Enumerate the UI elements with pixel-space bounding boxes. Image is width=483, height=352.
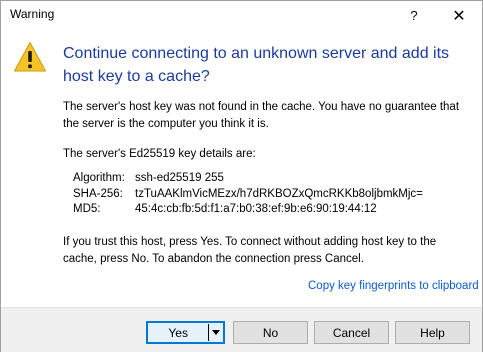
window-title: Warning xyxy=(10,7,55,21)
key-detail-row: Algorithm: ssh-ed25519 255 xyxy=(73,171,423,187)
close-icon: ✕ xyxy=(452,7,466,25)
key-detail-label: MD5: xyxy=(73,203,101,215)
key-detail-row: MD5: 45:4c:cb:fb:5d:f1:a7:b0:38:ef:9b:e6… xyxy=(73,202,423,218)
key-detail-row: SHA-256: tzTuAAKlmVicMEzx/h7dRKBOZxQmcRK… xyxy=(73,187,423,203)
dialog-heading: Continue connecting to an unknown server… xyxy=(63,45,450,85)
key-details: Algorithm: ssh-ed25519 255 SHA-256: tzTu… xyxy=(73,171,423,218)
key-detail-value: tzTuAAKlmVicMEzx/h7dRKBOZxQmcRKKb8oljbmk… xyxy=(135,187,423,200)
message-host-key-not-found: The server's host key was not found in t… xyxy=(63,101,460,130)
copy-fingerprints-link[interactable]: Copy key fingerprints to clipboard xyxy=(308,280,479,292)
warning-icon xyxy=(14,42,46,72)
title-help-button[interactable]: ? xyxy=(391,1,437,30)
key-detail-label: Algorithm: xyxy=(73,172,125,184)
chevron-down-icon xyxy=(212,330,221,335)
warning-dialog: Warning ? ✕ Continue connecting to an un… xyxy=(0,0,483,352)
cancel-button[interactable]: Cancel xyxy=(314,321,389,344)
yes-dropdown-button[interactable] xyxy=(209,323,223,342)
yes-button-label: Yes xyxy=(168,325,188,340)
message-key-details-intro: The server's Ed25519 key details are: xyxy=(63,148,256,160)
no-button[interactable]: No xyxy=(233,321,308,344)
message-instructions: If you trust this host, press Yes. To co… xyxy=(63,236,437,265)
help-icon: ? xyxy=(410,8,418,23)
close-button[interactable]: ✕ xyxy=(436,1,482,30)
yes-button[interactable]: Yes xyxy=(146,321,225,344)
key-detail-value: ssh-ed25519 255 xyxy=(135,172,224,184)
help-button[interactable]: Help xyxy=(395,321,470,344)
key-detail-value: 45:4c:cb:fb:5d:f1:a7:b0:38:ef:9b:e6:90:1… xyxy=(135,203,377,215)
button-bar: Yes No Cancel Help xyxy=(1,307,482,352)
title-bar: Warning ? ✕ xyxy=(1,1,482,30)
key-detail-label: SHA-256: xyxy=(73,187,123,200)
